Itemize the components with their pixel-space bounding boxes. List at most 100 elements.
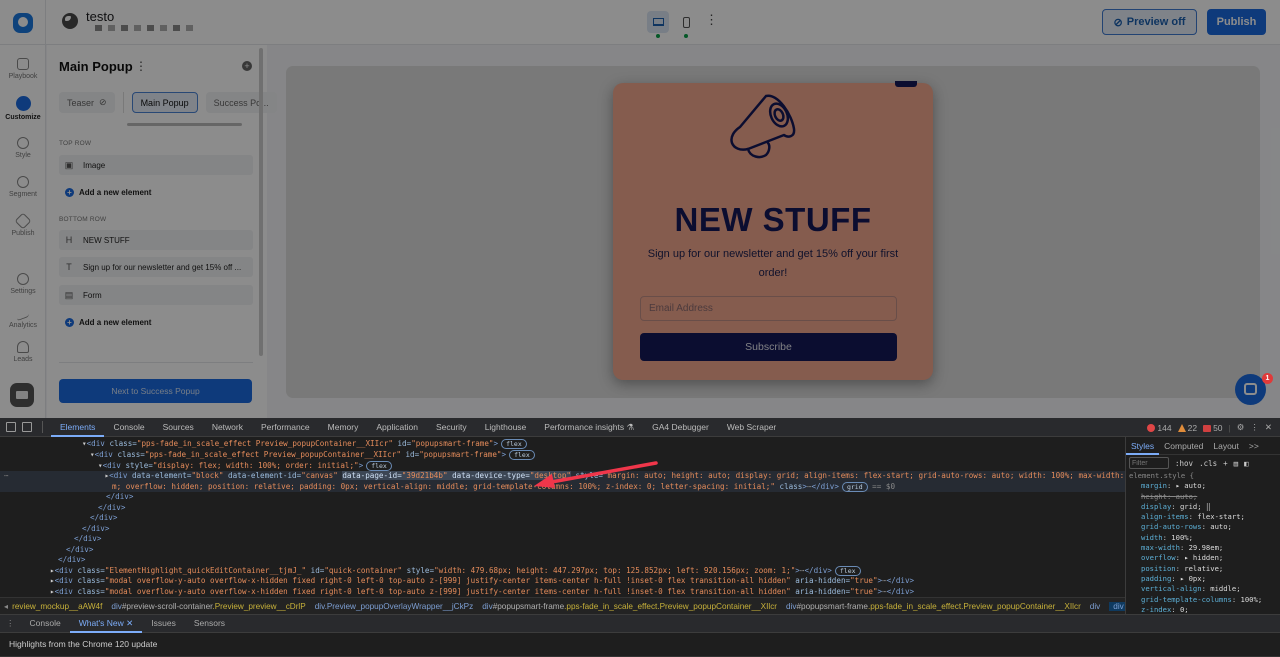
devtools-tab-lighthouse[interactable]: Lighthouse [476,418,536,437]
devtools-tab-network[interactable]: Network [203,418,252,437]
panel-scrollbar[interactable] [259,48,263,356]
css-property[interactable]: overflow [1141,553,1176,562]
drawer-tab-issues[interactable]: Issues [142,614,185,633]
nav-style[interactable]: Style [0,137,46,159]
dom-node[interactable]: ▾<div class="pps-fade_in_scale_effect Pr… [90,450,535,461]
drawer-menu-icon[interactable]: ⋮ [0,618,21,629]
add-element-bottom-button[interactable]: + Add a new element [65,318,151,327]
nav-customize[interactable]: Customize [0,96,46,121]
subscribe-button[interactable]: Subscribe [640,333,897,361]
more-tabs-icon[interactable]: >> [1244,437,1264,455]
css-value[interactable]: ▸ hidden; [1184,553,1223,562]
sidebar-toggle-icon[interactable]: ◧ [1244,459,1249,468]
more-options-icon[interactable]: ⋮ [705,13,718,27]
css-property[interactable]: grid-template-columns [1141,595,1232,604]
css-value[interactable]: 29.98em; [1189,543,1224,552]
dom-node[interactable]: ▸<div class="ElementHighlight_quickEditC… [50,565,861,577]
devtools-tab-ga4-debugger[interactable]: GA4 Debugger [643,418,718,437]
nav-playbook[interactable]: Playbook [0,58,46,80]
css-declaration[interactable]: max-width: 29.98em; [1129,543,1280,553]
breadcrumb-item-active[interactable]: div [1109,601,1125,611]
paint-icon[interactable]: ▤ [1234,459,1239,468]
add-element-top-button[interactable]: + Add a new element [65,188,151,197]
grid-badge[interactable]: grid [841,481,868,492]
css-value[interactable]: 0; [1180,605,1189,614]
devtools-tab-elements[interactable]: Elements [51,418,105,437]
devtools-tab-web-scraper[interactable]: Web Scraper [718,418,785,437]
css-property[interactable]: height [1141,492,1167,501]
tabs-scrollbar[interactable] [127,123,242,126]
css-property[interactable]: width [1141,533,1163,542]
flex-badge[interactable]: flex [366,460,392,471]
flex-badge[interactable]: flex [509,450,535,460]
next-to-success-button[interactable]: Next to Success Popup [59,379,252,403]
devtools-tab-performance[interactable]: Performance [252,418,319,437]
css-property[interactable]: padding [1141,574,1171,583]
styles-filter-input[interactable] [1129,457,1169,469]
breadcrumb-item[interactable]: div.Preview_popupOverlayWrapper__jCkPz [315,602,474,611]
css-property[interactable]: grid-auto-rows [1141,522,1202,531]
element-row-image[interactable]: ▣ Image [59,155,253,175]
css-declaration[interactable]: grid-template-columns: 100%; [1129,595,1280,605]
logo-cell[interactable] [0,0,46,45]
css-value[interactable]: relative; [1184,564,1223,573]
css-value[interactable]: 100%; [1241,595,1263,604]
email-input[interactable] [640,296,897,321]
styles-tab[interactable]: Styles [1126,437,1160,455]
dom-node[interactable]: ▾<div class="pps-fade_in_scale_effect Pr… [82,439,527,450]
dom-node[interactable]: ▾<div style="display: flex; width: 100%;… [98,460,392,472]
mobile-mode-button[interactable] [675,11,697,38]
tab-teaser[interactable]: Teaser ⊘ [59,92,115,113]
popup-close-handle[interactable] [895,81,917,87]
flex-badge[interactable]: flex [834,565,861,576]
desktop-mode-button[interactable] [647,11,669,38]
css-property[interactable]: z-index [1141,605,1171,614]
breadcrumb-item[interactable]: review_mockup__aAW4f [12,602,102,611]
breadcrumb-item[interactable]: div#popupsmart-frame.pps-fade_in_scale_e… [786,602,1081,611]
issues-count[interactable]: 50 [1203,423,1223,433]
css-declaration[interactable]: margin: ▸ auto; [1129,481,1280,491]
drawer-tab-console[interactable]: Console [21,614,70,633]
css-property[interactable]: margin [1141,481,1167,490]
css-declaration[interactable]: align-items: flex-start; [1129,512,1280,522]
drawer-tab-whats-new[interactable]: What's New ✕ [69,614,143,633]
layout-tab[interactable]: Layout [1208,437,1244,455]
hover-state-toggle[interactable]: :hov [1175,459,1193,468]
new-rule-icon[interactable]: + [1223,459,1228,468]
add-step-icon[interactable]: + [242,61,252,71]
css-declaration[interactable]: padding: ▸ 0px; [1129,574,1280,584]
css-value[interactable]: ▸ auto; [1176,481,1206,490]
popup-preview[interactable]: NEW STUFF Sign up for our newsletter and… [613,81,933,380]
css-value[interactable]: auto; [1176,492,1198,501]
flex-badge[interactable]: flex [501,439,527,449]
element-row-form[interactable]: ▤ Form [59,285,253,305]
nav-publish[interactable]: Publish [0,212,46,237]
element-row-text[interactable]: T Sign up for our newsletter and get 15% … [59,257,253,277]
devtools-tab-performance-insights[interactable]: Performance insights ⚗ [535,418,643,437]
css-declaration[interactable]: height: auto; [1129,492,1280,502]
publish-button[interactable]: Publish [1207,9,1266,35]
css-property[interactable]: max-width [1141,543,1180,552]
panel-options-icon[interactable]: ⋮ [135,59,147,73]
devtools-tab-console[interactable]: Console [104,418,153,437]
nav-analytics[interactable]: Analytics [0,304,46,329]
devtools-menu-icon[interactable]: ⋮ [1250,422,1259,433]
drawer-tab-sensors[interactable]: Sensors [185,614,234,633]
css-declaration[interactable]: width: 100%; [1129,533,1280,543]
css-value[interactable]: ▸ 0px; [1180,574,1206,583]
nav-settings[interactable]: Settings [0,273,46,295]
css-property[interactable]: display [1141,502,1171,511]
dom-node[interactable]: ▸<div class="modal overflow-y-auto overf… [50,587,914,598]
nav-leads[interactable]: Leads [0,341,46,363]
css-declaration[interactable]: display: grid; ⣿ [1129,502,1280,512]
css-value[interactable]: auto; [1210,522,1232,531]
css-declaration[interactable]: position: relative; [1129,564,1280,574]
css-declaration[interactable]: overflow: ▸ hidden; [1129,553,1280,563]
css-property[interactable]: position [1141,564,1176,573]
devtools-tab-sources[interactable]: Sources [154,418,203,437]
warnings-count[interactable]: 22 [1177,423,1197,433]
element-row-heading[interactable]: H NEW STUFF [59,230,253,250]
breadcrumb-scroll-left-icon[interactable]: ◂ [4,601,8,611]
nav-segment[interactable]: Segment [0,176,46,198]
devtools-tab-security[interactable]: Security [427,418,476,437]
